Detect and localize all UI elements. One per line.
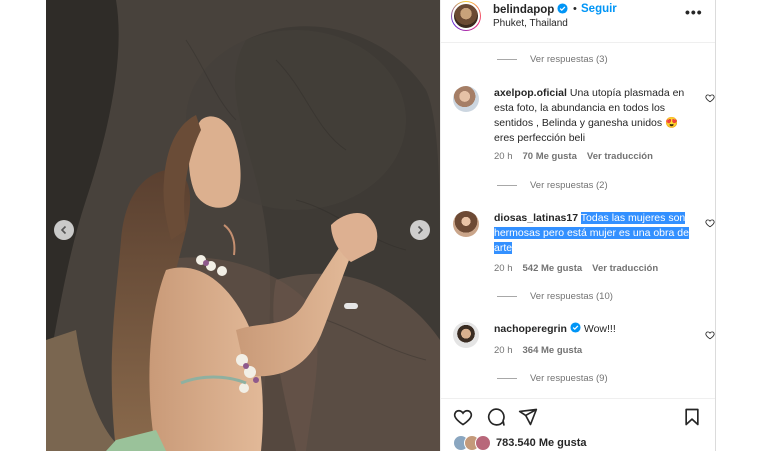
next-photo-button[interactable] [410, 220, 430, 240]
post-location[interactable]: Phuket, Thailand [493, 18, 568, 29]
heart-icon[interactable] [705, 330, 715, 340]
post-photo[interactable] [46, 0, 440, 451]
comment-text: diosas_latinas17 Todas las mujeres son h… [494, 211, 690, 256]
comment-likes[interactable]: 542 Me gusta [523, 263, 583, 274]
comment-username[interactable]: axelpop.oficial [494, 87, 567, 99]
verified-badge-icon [570, 322, 581, 333]
save-icon[interactable] [682, 407, 702, 427]
more-options-button[interactable]: ••• [685, 4, 703, 20]
more-icon: ••• [685, 4, 703, 20]
replies-divider [497, 59, 517, 60]
comment-meta: 20 h 542 Me gusta Ver traducción [494, 263, 668, 274]
author-username-text[interactable]: belindapop [493, 4, 554, 16]
separator-dot: • [573, 3, 577, 15]
comment-username[interactable]: nachoperegrin [494, 323, 567, 335]
view-replies-button[interactable]: Ver respuestas (10) [497, 291, 613, 302]
comment-time: 20 h [494, 151, 513, 162]
comment-text: nachoperegrin Wow!!! [494, 322, 690, 337]
verified-badge-icon [557, 3, 568, 14]
post-header: belindapop • Seguir Phuket, Thailand ••• [441, 0, 715, 43]
follow-button[interactable]: Seguir [581, 3, 617, 15]
previous-photo-button[interactable] [54, 220, 74, 240]
likes-summary[interactable]: 783.540 Me gusta [453, 435, 587, 451]
view-replies-button[interactable]: Ver respuestas (9) [497, 373, 608, 384]
chevron-right-icon [417, 225, 424, 235]
comment-meta: 20 h 70 Me gusta Ver traducción [494, 151, 663, 162]
view-replies-label[interactable]: Ver respuestas (10) [530, 291, 613, 302]
replies-divider [497, 378, 517, 379]
heart-icon[interactable] [705, 218, 715, 228]
author-avatar[interactable] [451, 1, 481, 31]
comment-time: 20 h [494, 345, 513, 356]
comment-likes[interactable]: 70 Me gusta [523, 151, 577, 162]
replies-divider [497, 296, 517, 297]
comment-time: 20 h [494, 263, 513, 274]
view-replies-label[interactable]: Ver respuestas (3) [530, 54, 608, 65]
comment-likes[interactable]: 364 Me gusta [523, 345, 583, 356]
view-replies-label[interactable]: Ver respuestas (9) [530, 373, 608, 384]
chevron-left-icon [60, 225, 67, 235]
heart-icon[interactable] [705, 93, 715, 103]
post-side-panel: belindapop • Seguir Phuket, Thailand •••… [440, 0, 716, 451]
view-replies-label[interactable]: Ver respuestas (2) [530, 180, 608, 191]
comment-username[interactable]: diosas_latinas17 [494, 212, 578, 224]
see-translation-button[interactable]: Ver traducción [592, 263, 658, 274]
comment-avatar[interactable] [453, 86, 479, 112]
share-icon[interactable] [518, 407, 538, 427]
like-heart-icon[interactable] [453, 407, 473, 427]
comment-meta: 20 h 364 Me gusta [494, 345, 592, 356]
author-username[interactable]: belindapop [493, 3, 568, 16]
comment-avatar[interactable] [453, 322, 479, 348]
view-replies-button[interactable]: Ver respuestas (2) [497, 180, 608, 191]
replies-divider [497, 185, 517, 186]
see-translation-button[interactable]: Ver traducción [587, 151, 653, 162]
comment-icon[interactable] [486, 407, 506, 427]
comment-content: Wow!!! [583, 323, 616, 335]
comment-avatar[interactable] [453, 211, 479, 237]
likes-count[interactable]: 783.540 Me gusta [496, 437, 587, 449]
liker-avatar [475, 435, 491, 451]
comment-text: axelpop.oficial Una utopía plasmada en e… [494, 86, 690, 146]
view-replies-button[interactable]: Ver respuestas (3) [497, 54, 608, 65]
elephant-photo-image [46, 0, 440, 451]
